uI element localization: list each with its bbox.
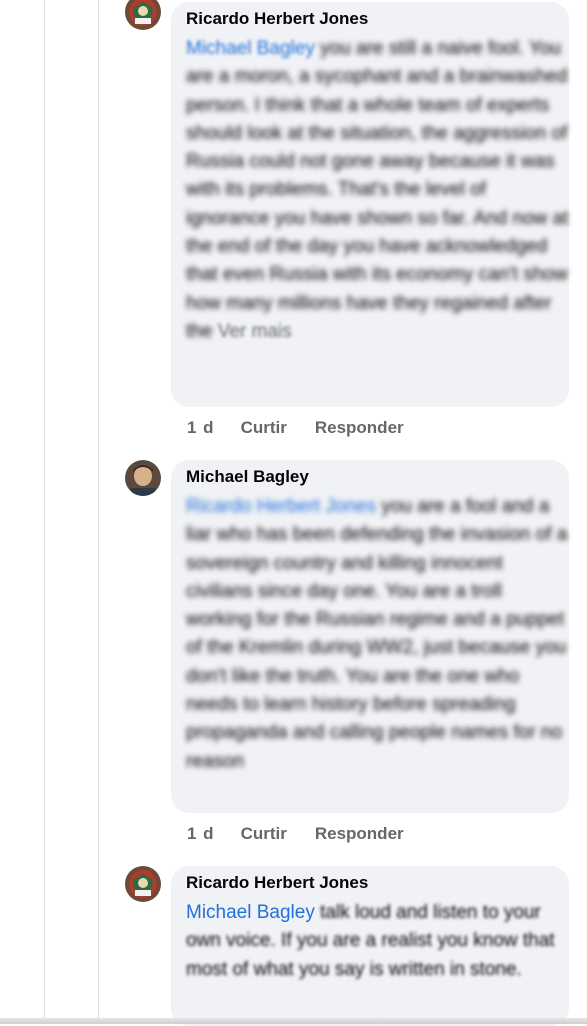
comment-bubble: Michael Bagley Ricardo Herbert Jones you… <box>171 460 569 813</box>
comment-author[interactable]: Ricardo Herbert Jones <box>186 872 569 894</box>
comment-actions: 1 d Curtir Responder <box>187 418 404 438</box>
comment-author[interactable]: Ricardo Herbert Jones <box>186 8 569 30</box>
comment-author[interactable]: Michael Bagley <box>186 466 569 488</box>
like-button[interactable]: Curtir <box>241 824 287 844</box>
mention-link[interactable]: Michael Bagley <box>186 38 315 59</box>
comment-body: you are a fool and a liar who has been d… <box>186 496 568 772</box>
reply-button[interactable]: Responder <box>315 824 404 844</box>
mention-link[interactable]: Ricardo Herbert Jones <box>186 496 376 517</box>
thread-line-inner <box>98 0 99 1024</box>
reply-button[interactable]: Responder <box>315 418 404 438</box>
comment-timestamp[interactable]: 1 d <box>187 824 215 844</box>
comment-text: Ricardo Herbert Jones you are a fool and… <box>186 493 569 776</box>
avatar[interactable] <box>125 460 161 496</box>
like-button[interactable]: Curtir <box>241 418 287 438</box>
comment-body: you are still a naive fool. You are a mo… <box>186 38 569 342</box>
thread-line-outer <box>44 0 45 1024</box>
comment-bubble: Ricardo Herbert Jones Michael Bagley you… <box>171 2 569 407</box>
avatar[interactable] <box>125 866 161 902</box>
comment-timestamp[interactable]: 1 d <box>187 418 215 438</box>
see-more-link[interactable]: Ver mais <box>218 321 292 342</box>
comment-text: Michael Bagley you are still a naive foo… <box>186 35 569 346</box>
comment-text: Michael Bagley talk loud and listen to y… <box>186 899 569 984</box>
bottom-edge <box>0 1018 587 1024</box>
comment-actions: 1 d Curtir Responder <box>187 824 404 844</box>
mention-link[interactable]: Michael Bagley <box>186 902 315 923</box>
avatar[interactable] <box>125 0 161 30</box>
comment-bubble: Ricardo Herbert Jones Michael Bagley tal… <box>171 866 569 1026</box>
